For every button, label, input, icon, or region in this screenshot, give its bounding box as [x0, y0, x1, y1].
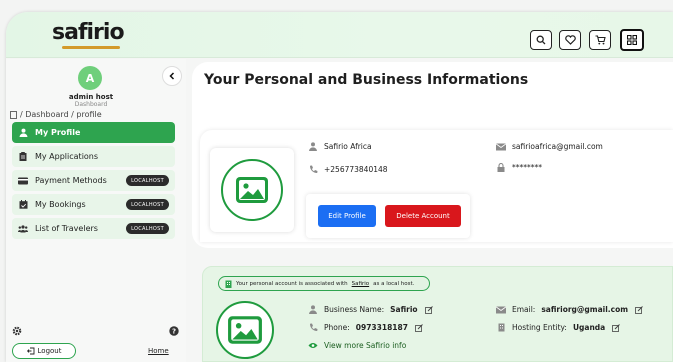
envelope-icon	[496, 142, 506, 151]
sidebar-nav: My Profile My Applications Payment Metho…	[12, 122, 175, 242]
sidebar-item-label: Payment Methods	[35, 176, 107, 185]
user-role: Dashboard	[74, 101, 108, 108]
notice-suffix: as a local host.	[373, 280, 415, 287]
profile-email: safirioafrica@gmail.com	[512, 142, 603, 151]
sidebar-item-my-profile[interactable]: My Profile	[12, 122, 175, 143]
breadcrumb: / Dashboard / profile	[10, 110, 102, 119]
logo-text: safirio	[52, 20, 125, 45]
sidebar: A admin host Dashboard / Dashboard / pro…	[6, 59, 186, 362]
hosting-entity-value: Uganda	[572, 323, 606, 332]
eye-icon	[308, 342, 318, 349]
user-icon	[308, 305, 318, 314]
home-link[interactable]: Home	[148, 347, 169, 355]
view-more-row[interactable]: View more Safirio info	[308, 341, 406, 350]
heart-icon	[564, 35, 576, 45]
view-more-link[interactable]: View more Safirio info	[324, 341, 406, 350]
sidebar-item-my-bookings[interactable]: My Bookings LOCALHOST	[12, 194, 175, 215]
breadcrumb-text[interactable]: / Dashboard / profile	[20, 110, 102, 119]
avatar[interactable]: A	[78, 66, 102, 90]
sidebar-item-my-applications[interactable]: My Applications	[12, 146, 175, 167]
edit-icon[interactable]	[611, 323, 621, 332]
business-phone-row: Phone: 0973318187	[308, 323, 424, 332]
profile-photo	[221, 159, 283, 221]
profile-name-row: Safirio Africa	[308, 142, 372, 151]
question-icon: ?	[169, 326, 179, 336]
clipboard-icon	[18, 152, 28, 162]
user-icon	[18, 128, 28, 138]
sidebar-item-label: List of Travelers	[35, 224, 98, 233]
settings-button[interactable]	[12, 321, 22, 340]
calendar-icon	[18, 200, 28, 210]
cart-button[interactable]	[589, 30, 611, 50]
business-photo-circle	[216, 301, 274, 359]
edit-profile-button[interactable]: Edit Profile	[318, 205, 376, 227]
hosting-entity-row: Hosting Entity: Uganda	[496, 323, 621, 332]
building-icon	[225, 280, 232, 288]
logo-tagline-bar	[62, 46, 120, 49]
phone-icon	[308, 165, 318, 174]
logout-label: Logout	[37, 347, 62, 355]
hosting-entity-label: Hosting Entity:	[512, 323, 567, 332]
dashboard-grid-button[interactable]	[620, 29, 644, 51]
profile-password: ********	[512, 163, 542, 172]
sidebar-item-label: My Applications	[35, 152, 99, 161]
users-icon	[18, 224, 28, 234]
safirio-logo[interactable]: safirio	[52, 20, 130, 52]
building-icon	[496, 323, 506, 332]
help-button[interactable]: ?	[169, 321, 179, 340]
lock-icon	[496, 163, 506, 172]
edit-icon[interactable]	[424, 305, 434, 314]
svg-text:?: ?	[172, 328, 176, 336]
sidebar-item-payment-methods[interactable]: Payment Methods LOCALHOST	[12, 170, 175, 191]
chevron-left-icon	[169, 72, 175, 80]
profile-password-row: ********	[496, 163, 542, 172]
wishlist-button[interactable]	[559, 30, 581, 50]
notice-prefix: Your personal account is associated with	[236, 280, 348, 287]
business-link[interactable]: Safirio	[352, 281, 369, 287]
top-header: safirio	[6, 12, 673, 58]
sidebar-item-label: My Bookings	[35, 200, 86, 209]
image-placeholder-icon	[236, 177, 268, 203]
profile-name: Safirio Africa	[324, 142, 372, 151]
page-icon	[10, 110, 17, 119]
grid-icon	[627, 35, 637, 45]
business-name-label: Business Name:	[324, 305, 385, 314]
credit-card-icon	[18, 176, 28, 186]
business-email-label: Email:	[512, 305, 536, 314]
edit-icon[interactable]	[634, 305, 644, 314]
logout-button[interactable]: Logout	[12, 343, 76, 359]
localhost-badge: LOCALHOST	[126, 199, 169, 210]
delete-account-button[interactable]: Delete Account	[385, 205, 461, 227]
business-photo[interactable]	[212, 298, 278, 362]
profile-phone: +256773840148	[324, 165, 388, 174]
business-phone-label: Phone:	[324, 323, 350, 332]
collapse-sidebar-button[interactable]	[162, 66, 182, 86]
user-name: admin host	[68, 93, 114, 101]
business-email-value: safiriorg@gmail.com	[541, 305, 629, 314]
phone-icon	[308, 323, 318, 332]
local-host-notice: Your personal account is associated with…	[218, 276, 430, 291]
business-phone-value: 0973318187	[355, 323, 408, 332]
profile-phone-row: +256773840148	[308, 165, 388, 174]
profile-photo-box[interactable]	[210, 148, 294, 232]
sidebar-item-label: My Profile	[35, 128, 81, 137]
localhost-badge: LOCALHOST	[126, 175, 169, 186]
search-icon	[536, 35, 546, 45]
search-button[interactable]	[530, 30, 552, 50]
business-name-value: Safirio	[390, 305, 418, 314]
edit-icon[interactable]	[414, 323, 424, 332]
logout-icon	[26, 347, 34, 355]
gear-icon	[12, 326, 22, 336]
cart-icon	[595, 35, 606, 45]
business-name-row: Business Name: Safirio	[308, 305, 434, 314]
envelope-icon	[496, 305, 506, 314]
image-placeholder-icon	[228, 316, 262, 344]
profile-email-row: safirioafrica@gmail.com	[496, 142, 603, 151]
page-title: Your Personal and Business Informations	[204, 72, 529, 88]
user-icon	[308, 142, 318, 151]
sidebar-item-list-of-travelers[interactable]: List of Travelers LOCALHOST	[12, 218, 175, 239]
business-email-row: Email: safiriorg@gmail.com	[496, 305, 644, 314]
localhost-badge: LOCALHOST	[126, 223, 169, 234]
